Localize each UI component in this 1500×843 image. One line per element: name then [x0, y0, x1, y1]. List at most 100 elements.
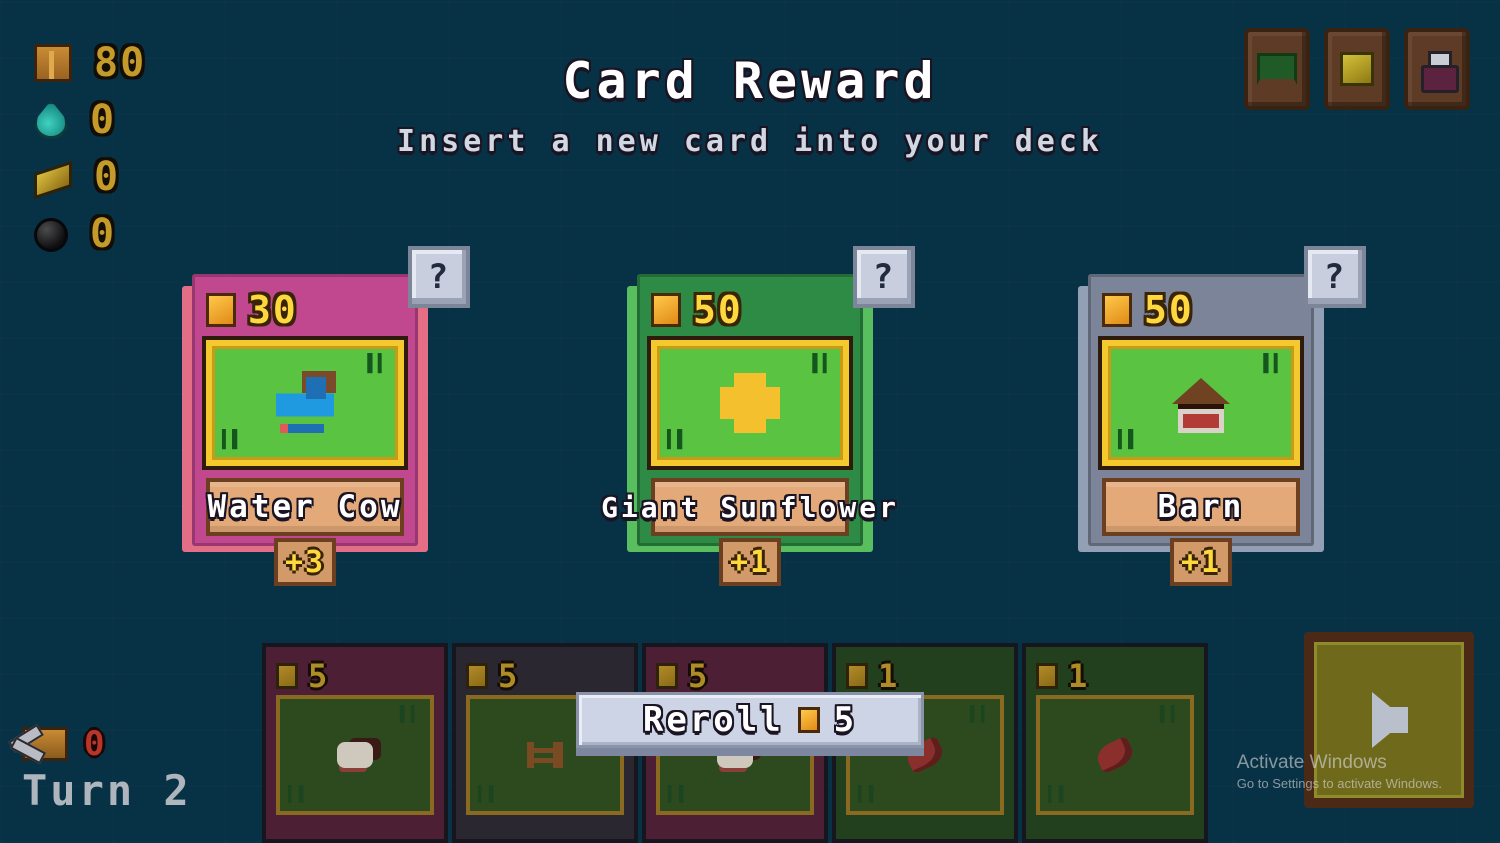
card-name-banner: Water Cow: [206, 478, 404, 536]
card-cost: 50: [651, 288, 849, 332]
tool-crate-icon: [22, 727, 68, 761]
turn-resource: 0: [22, 724, 192, 764]
arrow-right-icon: [1372, 692, 1408, 748]
hand-card-cost-value: 5: [308, 657, 330, 695]
windows-activation-watermark: Activate Windows Go to Settings to activ…: [1237, 752, 1442, 791]
coin-icon: [656, 663, 678, 689]
card-offer-row: 30 ▌▍ ▍▌ Water Cow +3 ? 50 ▌▍ ▍▌ Giant S…: [0, 246, 1500, 590]
card-art: ▌▍ ▍▌: [651, 340, 849, 466]
card-help-button[interactable]: ?: [408, 246, 470, 308]
bomb-icon: [34, 218, 68, 252]
cow-sprite: [276, 377, 334, 433]
grass-tuft-icon: ▌▍: [969, 705, 992, 723]
top-button-group: [1244, 28, 1470, 110]
coin-icon: [846, 663, 868, 689]
coin-icon: [1036, 663, 1058, 689]
grass-tuft-icon: ▌▍: [812, 354, 833, 374]
grass-tuft-icon: ▍▌: [858, 785, 881, 803]
log-sprite: [1093, 735, 1137, 775]
grass-tuft-icon: ▍▌: [1118, 430, 1139, 450]
gold-button[interactable]: [1324, 28, 1390, 110]
plank-icon: [34, 160, 72, 199]
grass-tuft-icon: ▌▍: [1159, 705, 1182, 723]
card-cost: 50: [1102, 288, 1300, 332]
card-cost-value: 50: [693, 288, 743, 332]
hand-card-cost: 1: [1036, 657, 1194, 695]
game-screen: 80 0 0 0 Card Reward Insert a new card i…: [0, 0, 1500, 843]
hand-card[interactable]: 5 ▌▍ ▍▌: [262, 643, 448, 843]
card-name-banner: Barn: [1102, 478, 1300, 536]
deck-button[interactable]: [1244, 28, 1310, 110]
watermark-subtitle: Go to Settings to activate Windows.: [1236, 776, 1442, 791]
card-bonus-value: +3: [284, 544, 326, 580]
hand-card-cost-value: 5: [498, 657, 520, 695]
hand-card-cost-value: 1: [878, 657, 900, 695]
coin-icon: [206, 293, 236, 327]
card-cost-value: 30: [248, 288, 298, 332]
card-offer[interactable]: 30 ▌▍ ▍▌ Water Cow +3 ?: [182, 246, 470, 586]
hand-card-cost: 5: [656, 657, 814, 695]
card-name: Water Cow: [207, 489, 403, 525]
sunflower-sprite: [720, 373, 780, 433]
question-mark-icon: ?: [1323, 257, 1347, 297]
hand-card-cost-value: 5: [688, 657, 710, 695]
card-help-button[interactable]: ?: [853, 246, 915, 308]
offer-card[interactable]: 50 ▌▍ ▍▌ Barn +1 ?: [1088, 246, 1366, 586]
deck-icon: [1257, 53, 1297, 85]
card-cost-value: 50: [1144, 288, 1194, 332]
offer-card[interactable]: 30 ▌▍ ▍▌ Water Cow +3 ?: [192, 246, 470, 586]
card-offer[interactable]: 50 ▌▍ ▍▌ Giant Sunflower +1 ?: [601, 246, 915, 586]
hand-card-art: ▌▍ ▍▌: [1036, 695, 1194, 815]
coin-icon: [1340, 52, 1374, 86]
reroll-button[interactable]: Reroll 5: [576, 692, 924, 748]
grass-tuft-icon: ▍▌: [668, 785, 691, 803]
grass-tuft-icon: ▍▌: [667, 430, 688, 450]
card-bonus-value: +1: [729, 544, 771, 580]
barn-sprite: [1172, 378, 1230, 433]
hand-card-art: ▌▍ ▍▌: [276, 695, 434, 815]
card-offer[interactable]: 50 ▌▍ ▍▌ Barn +1 ?: [1078, 246, 1366, 586]
question-mark-icon: ?: [427, 257, 451, 297]
offer-card[interactable]: 50 ▌▍ ▍▌ Giant Sunflower +1 ?: [601, 246, 915, 586]
turn-label: Turn 2: [22, 766, 192, 815]
resource-value: 0: [94, 153, 121, 200]
reroll-cost: 5: [833, 700, 858, 740]
question-mark-icon: ?: [872, 257, 896, 297]
grass-tuft-icon: ▌▍: [399, 705, 422, 723]
coin-icon: [466, 663, 488, 689]
grass-tuft-icon: ▍▌: [1048, 785, 1071, 803]
hand-card-cost-value: 1: [1068, 657, 1090, 695]
coin-icon: [651, 293, 681, 327]
reroll-label: Reroll: [642, 700, 784, 740]
card-help-button[interactable]: ?: [1304, 246, 1366, 308]
card-cost: 30: [206, 288, 404, 332]
hand-card-cost: 5: [276, 657, 434, 695]
grass-tuft-icon: ▌▍: [1263, 354, 1284, 374]
card-art: ▌▍ ▍▌: [1102, 340, 1300, 466]
grass-tuft-icon: ▍▌: [478, 785, 501, 803]
coin-icon: [1102, 293, 1132, 327]
grass-tuft-icon: ▌▍: [367, 354, 388, 374]
sheep-sprite: [337, 742, 373, 768]
hand-card-cost: 5: [466, 657, 624, 695]
potion-button[interactable]: [1404, 28, 1470, 110]
coin-icon: [276, 663, 298, 689]
card-name: Giant Sunflower: [601, 490, 899, 524]
card-art: ▌▍ ▍▌: [206, 340, 404, 466]
card-bonus-badge: +3: [274, 538, 336, 586]
hand-card-cost: 1: [846, 657, 1004, 695]
turn-panel: 0 Turn 2: [22, 724, 192, 815]
hand-card[interactable]: 1 ▌▍ ▍▌: [1022, 643, 1208, 843]
fence-sprite: [527, 742, 563, 768]
potion-icon: [1419, 51, 1459, 93]
card-bonus-badge: +1: [719, 538, 781, 586]
card-name-banner: Giant Sunflower: [601, 478, 896, 536]
page-subtitle: Insert a new card into your deck: [397, 124, 1103, 159]
card-bonus-badge: +1: [1170, 538, 1232, 586]
card-name: Barn: [1157, 489, 1245, 525]
turn-resource-value: 0: [84, 724, 107, 764]
watermark-title: Activate Windows: [1236, 752, 1387, 773]
card-bonus-value: +1: [1180, 544, 1222, 580]
coin-icon: [797, 707, 820, 733]
grass-tuft-icon: ▍▌: [222, 430, 243, 450]
